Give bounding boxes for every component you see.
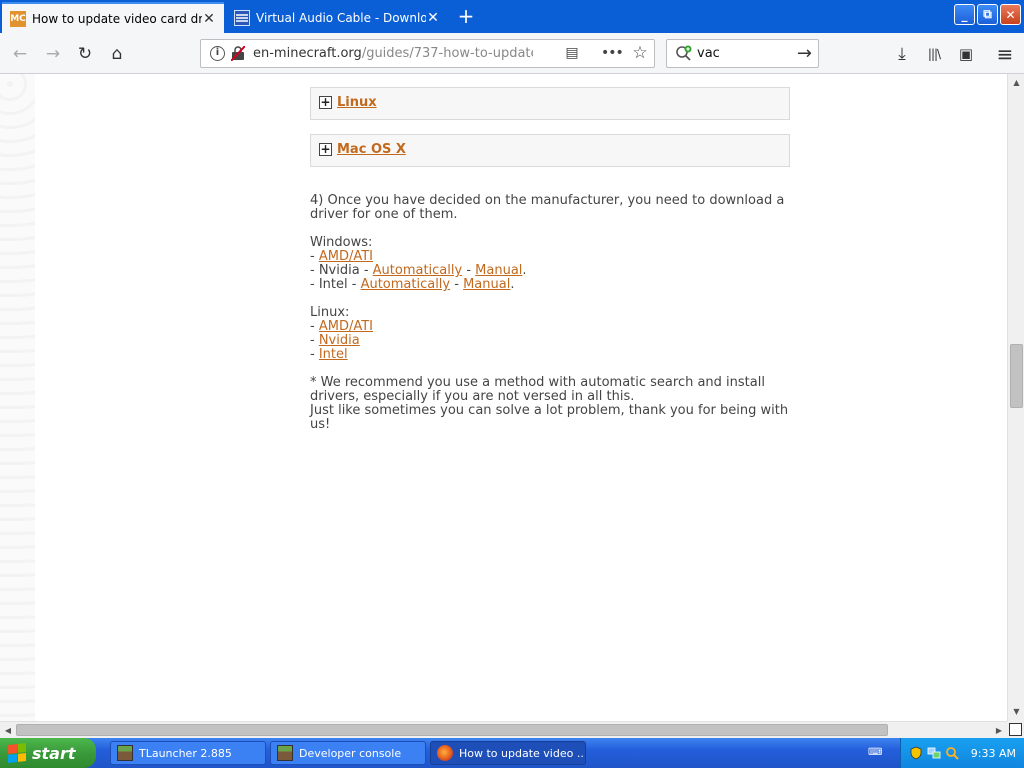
- vertical-scrollbar[interactable]: ▲ ▼: [1007, 74, 1024, 721]
- tlauncher-icon: [117, 745, 133, 761]
- start-button[interactable]: start: [0, 738, 96, 768]
- page-content: + Linux + Mac OS X 4) Once you have deci…: [0, 74, 1007, 721]
- taskbar-item-firefox[interactable]: How to update video ...: [430, 741, 586, 765]
- nvidia-manual-link[interactable]: Manual: [475, 263, 522, 278]
- restore-button[interactable]: ⧉: [977, 4, 998, 25]
- firefox-icon: [437, 745, 453, 761]
- intel-automatically-link[interactable]: Automatically: [361, 277, 451, 292]
- windows-amd-line: - AMD/ATI: [310, 249, 373, 264]
- minecraft-icon: [277, 745, 293, 761]
- windows-amd-link[interactable]: AMD/ATI: [319, 249, 373, 264]
- home-button[interactable]: ⌂: [105, 42, 129, 66]
- linux-amd-line: - AMD/ATI: [310, 319, 373, 334]
- accordion-mac-os-x[interactable]: + Mac OS X: [310, 134, 790, 167]
- url-path: /guides/737-how-to-update-vid: [361, 46, 533, 61]
- tab-virtual-audio-cable[interactable]: Virtual Audio Cable - Downloads ✕: [226, 2, 448, 33]
- close-window-button[interactable]: ✕: [1000, 4, 1021, 25]
- search-bar[interactable]: vac →: [666, 39, 819, 68]
- tab-title: How to update video card driver f: [32, 11, 202, 26]
- tab-close-icon[interactable]: ✕: [202, 11, 216, 27]
- taskbar-item-developer-console[interactable]: Developer console: [270, 741, 426, 765]
- horizontal-scrollbar[interactable]: ◀ ▶: [0, 721, 1007, 738]
- window-controls: _ ⧉ ✕: [954, 4, 1021, 25]
- reader-view-icon[interactable]: ▤: [563, 45, 581, 63]
- forward-button[interactable]: →: [41, 42, 65, 66]
- article-body: 4) Once you have decided on the manufact…: [310, 194, 790, 432]
- search-tray-icon[interactable]: [945, 746, 959, 760]
- nvidia-automatically-link[interactable]: Automatically: [373, 263, 463, 278]
- accordion-label[interactable]: Linux: [337, 95, 377, 110]
- downloads-icon[interactable]: ⤓: [890, 42, 914, 66]
- security-shield-icon[interactable]: [909, 746, 923, 760]
- windows-heading: Windows:: [310, 235, 373, 250]
- reload-button[interactable]: ↻: [73, 42, 97, 66]
- bookmark-star-icon[interactable]: ☆: [631, 43, 649, 63]
- expand-icon[interactable]: +: [319, 143, 332, 156]
- windows-taskbar: start TLauncher 2.885 Developer console …: [0, 738, 1024, 768]
- horizontal-scroll-thumb[interactable]: [16, 724, 888, 736]
- windows-intel-line: - Intel - Automatically - Manual.: [310, 277, 515, 292]
- page-actions-icon[interactable]: •••: [601, 45, 624, 63]
- taskbar-item-tlauncher[interactable]: TLauncher 2.885: [110, 741, 266, 765]
- vac-favicon-icon: [234, 9, 250, 26]
- linux-nvidia-link[interactable]: Nvidia: [319, 333, 360, 348]
- accordion-label[interactable]: Mac OS X: [337, 142, 406, 157]
- linux-intel-link[interactable]: Intel: [319, 347, 348, 362]
- url-host: en-minecraft.org: [253, 46, 362, 61]
- search-input[interactable]: vac: [697, 46, 720, 61]
- library-icon[interactable]: |||\: [922, 42, 946, 66]
- clock[interactable]: 9:33 AM: [971, 747, 1016, 760]
- minimize-button[interactable]: _: [954, 4, 975, 25]
- step4-text: 4) Once you have decided on the manufact…: [310, 193, 785, 222]
- back-button[interactable]: ←: [8, 42, 32, 66]
- linux-intel-line: - Intel: [310, 347, 348, 362]
- scroll-right-icon[interactable]: ▶: [992, 724, 1006, 737]
- menu-icon[interactable]: ≡: [993, 42, 1017, 66]
- insecure-lock-icon[interactable]: [231, 46, 245, 61]
- search-go-button[interactable]: →: [797, 43, 812, 64]
- sidebar-icon[interactable]: ▣: [954, 42, 978, 66]
- recommendation-note: * We recommend you use a method with aut…: [310, 375, 789, 432]
- minecraft-favicon-icon: MC: [10, 10, 26, 27]
- tab-how-to-update[interactable]: MC How to update video card driver f ✕: [2, 2, 224, 33]
- expand-icon[interactable]: +: [319, 96, 332, 109]
- keyboard-icon[interactable]: ⌨: [868, 747, 882, 759]
- system-tray: 9:33 AM: [900, 738, 1024, 768]
- navigation-toolbar: ← → ↻ ⌂ i en-minecraft.org/guides/737-ho…: [0, 33, 1024, 74]
- info-icon[interactable]: i: [210, 46, 225, 61]
- url-bar[interactable]: i en-minecraft.org/guides/737-how-to-upd…: [200, 39, 655, 68]
- intel-manual-link[interactable]: Manual: [463, 277, 510, 292]
- network-icon[interactable]: [927, 746, 941, 760]
- scroll-down-icon[interactable]: ▼: [1010, 705, 1023, 719]
- tab-close-icon[interactable]: ✕: [426, 10, 440, 26]
- scrollbar-corner: [1007, 721, 1024, 738]
- url-text[interactable]: en-minecraft.org/guides/737-how-to-updat…: [253, 46, 533, 61]
- linux-nvidia-line: - Nvidia: [310, 333, 360, 348]
- scroll-left-icon[interactable]: ◀: [1, 724, 15, 737]
- tab-strip: MC How to update video card driver f ✕ V…: [0, 0, 1024, 33]
- linux-amd-link[interactable]: AMD/ATI: [319, 319, 373, 334]
- scroll-up-icon[interactable]: ▲: [1010, 76, 1023, 90]
- page-background-pattern: [0, 74, 35, 721]
- windows-nvidia-line: - Nvidia - Automatically - Manual.: [310, 263, 527, 278]
- vertical-scroll-thumb[interactable]: [1010, 344, 1023, 408]
- windows-logo-icon: [8, 743, 26, 763]
- new-tab-button[interactable]: +: [454, 6, 478, 28]
- tab-title: Virtual Audio Cable - Downloads: [256, 10, 426, 25]
- search-icon: [675, 45, 693, 66]
- linux-heading: Linux:: [310, 305, 350, 320]
- accordion-linux[interactable]: + Linux: [310, 87, 790, 120]
